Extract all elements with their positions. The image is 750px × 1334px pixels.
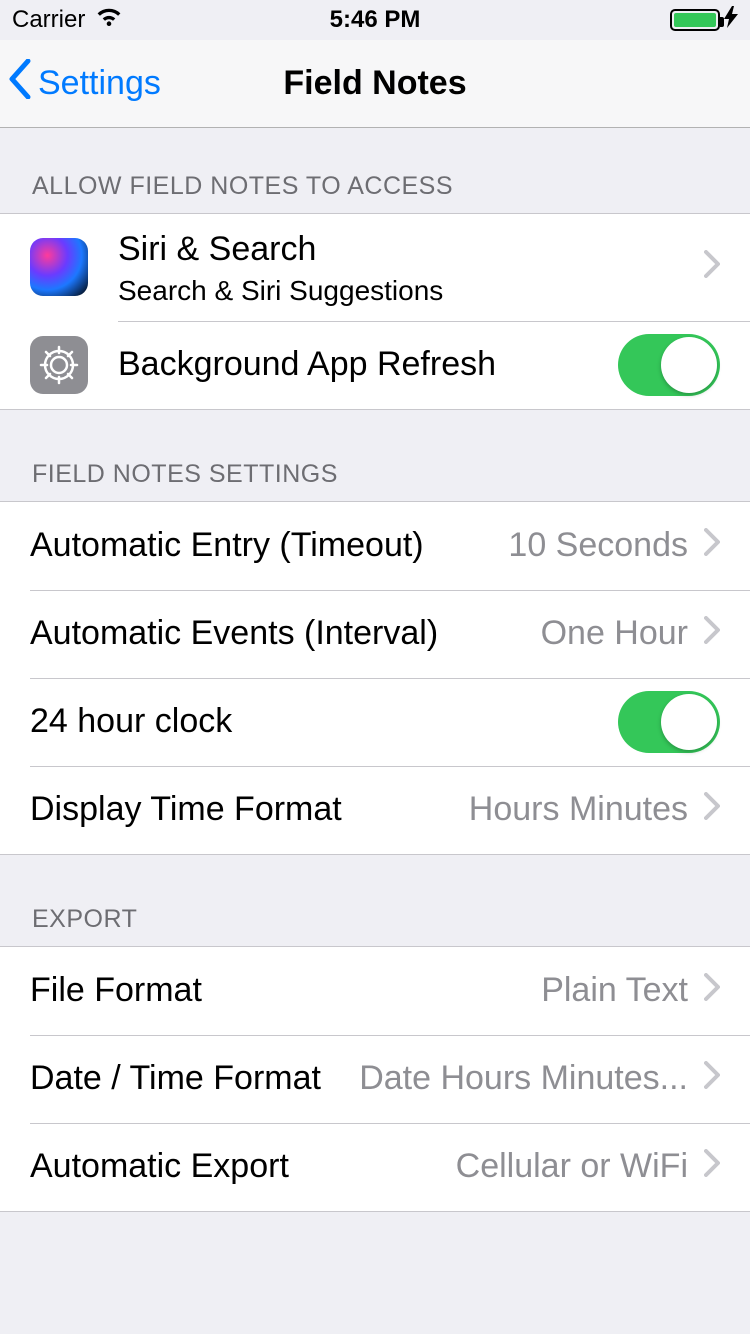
siri-icon [30, 238, 88, 296]
dt-format-value: Date Hours Minutes... [359, 1059, 688, 1098]
file-format-value: Plain Text [541, 971, 688, 1010]
dt-format-title: Date / Time Format [30, 1057, 347, 1100]
status-left: Carrier [12, 6, 123, 35]
background-title: Background App Refresh [118, 343, 606, 386]
interval-value: One Hour [541, 614, 688, 653]
chevron-right-icon [704, 1059, 720, 1098]
back-button[interactable]: Settings [8, 59, 161, 108]
auto-export-value: Cellular or WiFi [456, 1147, 688, 1186]
row-24h-clock: 24 hour clock [0, 678, 750, 766]
section-header-export: EXPORT [0, 855, 750, 946]
siri-title: Siri & Search [118, 228, 688, 271]
chevron-right-icon [704, 526, 720, 565]
status-right [670, 6, 738, 34]
status-time: 5:46 PM [330, 6, 421, 34]
display-time-value: Hours Minutes [469, 790, 688, 829]
clock24-title: 24 hour clock [30, 700, 606, 743]
chevron-right-icon [704, 614, 720, 653]
status-bar: Carrier 5:46 PM [0, 0, 750, 40]
row-timeout[interactable]: Automatic Entry (Timeout) 10 Seconds [0, 502, 750, 590]
charging-icon [724, 6, 738, 34]
chevron-right-icon [704, 971, 720, 1010]
row-file-format[interactable]: File Format Plain Text [0, 947, 750, 1035]
row-background-refresh: Background App Refresh [0, 321, 750, 409]
siri-subtitle: Search & Siri Suggestions [118, 275, 688, 307]
back-chevron-icon [8, 59, 32, 108]
row-display-time[interactable]: Display Time Format Hours Minutes [0, 766, 750, 854]
section-header-access: ALLOW FIELD NOTES TO ACCESS [0, 128, 750, 213]
group-export: File Format Plain Text Date / Time Forma… [0, 946, 750, 1212]
clock24-toggle[interactable] [618, 691, 720, 753]
chevron-right-icon [704, 248, 720, 287]
row-siri-search[interactable]: Siri & Search Search & Siri Suggestions [0, 214, 750, 321]
gear-icon [30, 336, 88, 394]
chevron-right-icon [704, 1147, 720, 1186]
row-auto-export[interactable]: Automatic Export Cellular or WiFi [0, 1123, 750, 1211]
nav-bar: Settings Field Notes [0, 40, 750, 128]
group-settings: Automatic Entry (Timeout) 10 Seconds Aut… [0, 501, 750, 855]
timeout-value: 10 Seconds [508, 526, 688, 565]
auto-export-title: Automatic Export [30, 1145, 444, 1188]
background-refresh-toggle[interactable] [618, 334, 720, 396]
page-title: Field Notes [283, 64, 466, 103]
wifi-icon [95, 6, 123, 35]
group-access: Siri & Search Search & Siri Suggestions … [0, 213, 750, 410]
file-format-title: File Format [30, 969, 529, 1012]
back-label: Settings [38, 64, 161, 103]
interval-title: Automatic Events (Interval) [30, 612, 529, 655]
section-header-settings: FIELD NOTES SETTINGS [0, 410, 750, 501]
carrier-label: Carrier [12, 6, 85, 34]
battery-icon [670, 9, 720, 31]
timeout-title: Automatic Entry (Timeout) [30, 524, 496, 567]
chevron-right-icon [704, 790, 720, 829]
row-interval[interactable]: Automatic Events (Interval) One Hour [0, 590, 750, 678]
row-dt-format[interactable]: Date / Time Format Date Hours Minutes... [0, 1035, 750, 1123]
display-time-title: Display Time Format [30, 788, 457, 831]
